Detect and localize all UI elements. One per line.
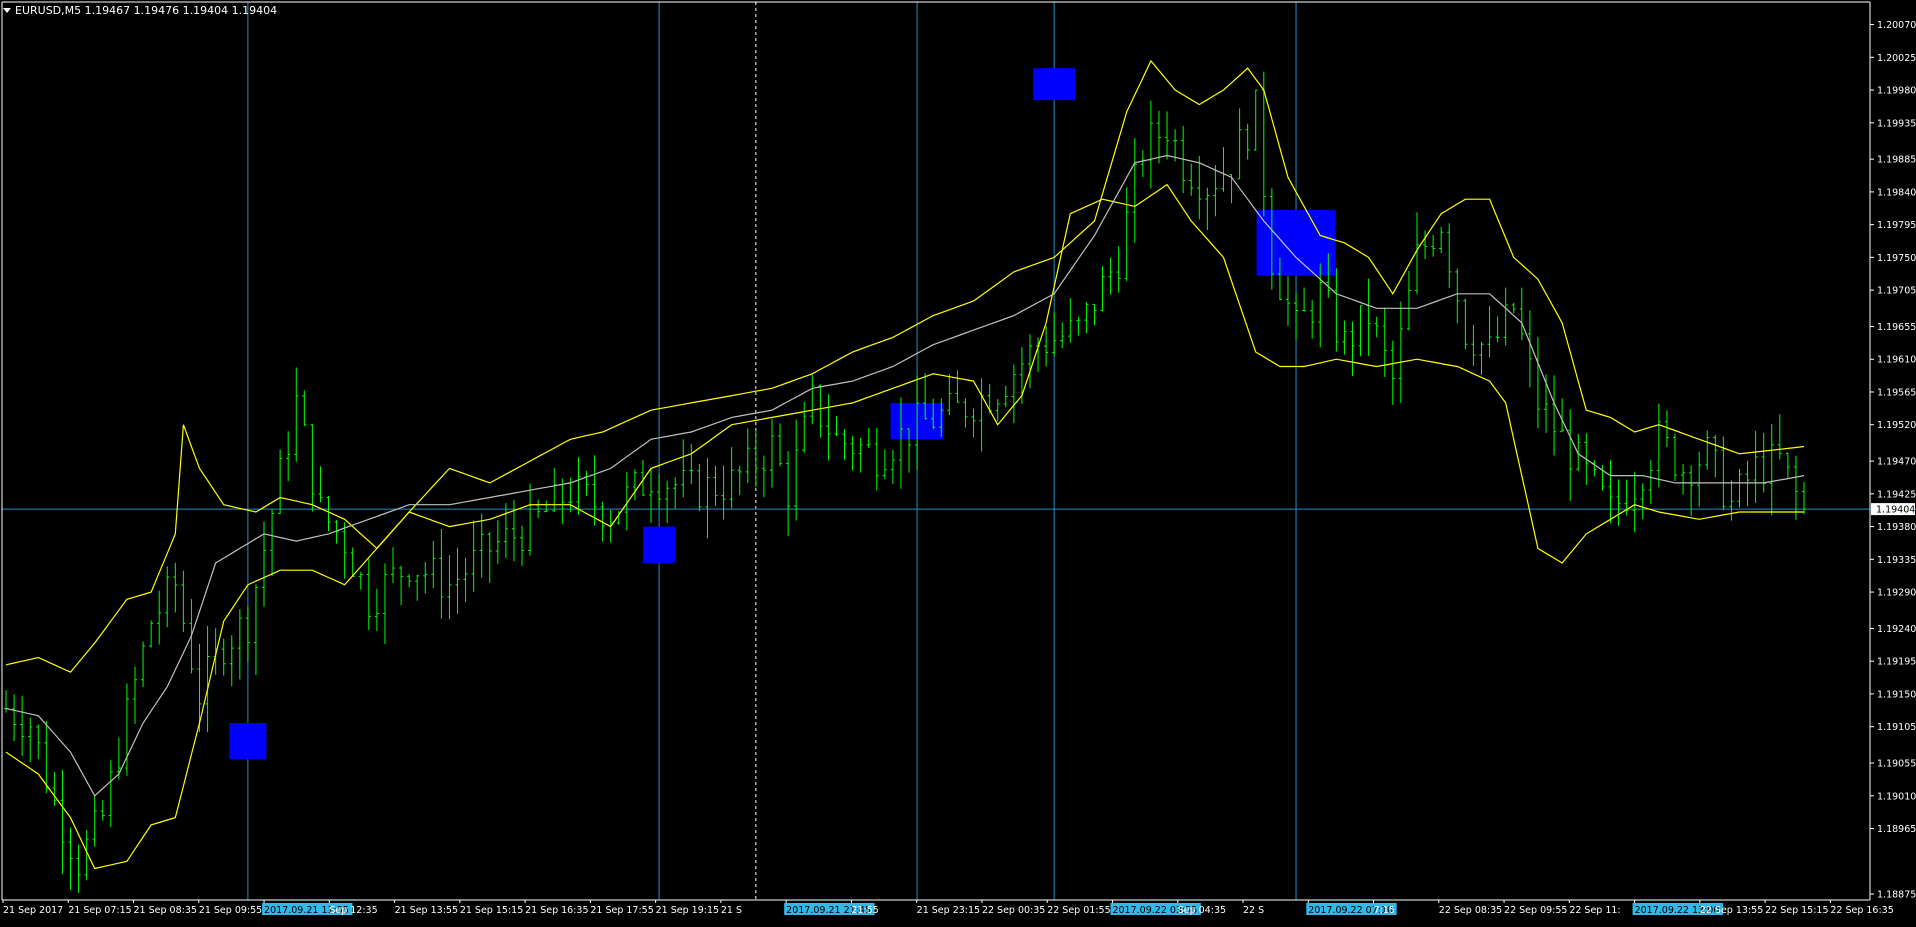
y-tick-label-11: 1.19565 <box>1877 387 1916 398</box>
x-tick-label-5: Sep 12:35 <box>329 905 377 916</box>
y-tick-label-12: 1.19520 <box>1877 420 1916 431</box>
x-tick-label-8: 21 Sep 16:35 <box>525 905 588 916</box>
x-tick-label-3: 21 Sep 09:55 <box>199 905 262 916</box>
symbol-info: EURUSD,M5 1.19467 1.19476 1.19404 1.1940… <box>15 4 278 17</box>
y-tick-label-16: 1.19335 <box>1877 555 1916 566</box>
y-tick-label-15: 1.19380 <box>1877 522 1916 533</box>
y-tick-label-20: 1.19150 <box>1877 689 1916 700</box>
y-tick-label-5: 1.19840 <box>1877 187 1916 198</box>
x-tick-label-11: 21 S <box>721 905 742 916</box>
x-tick-label-26: 22 Sep 13:55 <box>1700 905 1763 916</box>
middle-band <box>5 154 1805 797</box>
signal-marker-0[interactable] <box>229 723 267 760</box>
y-tick-label-3: 1.19935 <box>1877 118 1916 129</box>
x-tick-label-10: 21 Sep 19:15 <box>656 905 719 916</box>
x-tick-label-27: 22 Sep 15:15 <box>1765 905 1828 916</box>
y-tick-label-21: 1.19105 <box>1877 722 1916 733</box>
chevron-down-icon[interactable] <box>3 8 11 13</box>
signal-marker-1[interactable] <box>642 526 676 563</box>
x-tick-label-16: 22 Sep 01:55 <box>1047 905 1110 916</box>
lower-band <box>5 183 1804 870</box>
y-tick-label-2: 1.19980 <box>1877 86 1916 97</box>
signal-marker-3[interactable] <box>1033 68 1076 101</box>
x-tick-label-24: 22 Sep 11: <box>1569 905 1620 916</box>
x-tick-label-0: 21 Sep 2017 <box>3 905 63 916</box>
chart-window[interactable]: 1.20070 1.20025 1.19980 1.19935 1.19885 1.198… <box>0 0 1916 923</box>
x-tick-label-19: 22 S <box>1243 905 1264 916</box>
y-tick-label-17: 1.19290 <box>1877 588 1916 599</box>
current-price-label: 1.19404 <box>1876 505 1915 516</box>
x-tick-label-9: 21 Sep 17:55 <box>590 905 653 916</box>
y-tick-label-23: 1.19010 <box>1877 791 1916 802</box>
y-tick-label-13: 1.19470 <box>1877 457 1916 468</box>
y-tick-label-4: 1.19885 <box>1877 155 1916 166</box>
symbol-header: EURUSD,M5 1.19467 1.19476 1.19404 1.1940… <box>3 4 277 17</box>
x-tick-label-15: 22 Sep 00:35 <box>982 905 1045 916</box>
y-tick-label-10: 1.19610 <box>1877 355 1916 366</box>
y-tick-label-8: 1.19705 <box>1877 286 1916 297</box>
price-chart[interactable]: 1.20070 1.20025 1.19980 1.19935 1.19885 1.198… <box>0 0 1916 923</box>
x-tick-label-7: 21 Sep 15:15 <box>460 905 523 916</box>
y-tick-label-9: 1.19655 <box>1877 322 1916 333</box>
x-tick-label-14: 21 Sep 23:15 <box>917 905 980 916</box>
x-tick-label-6: 21 Sep 13:55 <box>395 905 458 916</box>
x-tick-label-23: 22 Sep 09:55 <box>1504 905 1567 916</box>
y-tick-label-7: 1.19750 <box>1877 253 1916 264</box>
y-tick-label-25: 1.18875 <box>1877 890 1916 901</box>
y-tick-label-19: 1.19195 <box>1877 657 1916 668</box>
y-tick-label-6: 1.19795 <box>1877 220 1916 231</box>
y-tick-label-22: 1.19055 <box>1877 759 1916 770</box>
y-tick-label-1: 1.20025 <box>1877 53 1916 64</box>
x-tick-label-28: 22 Sep 16:35 <box>1830 905 1893 916</box>
y-tick-label-0: 1.20070 <box>1877 20 1916 31</box>
y-tick-label-24: 1.18965 <box>1877 824 1916 835</box>
signal-marker-4[interactable] <box>1256 210 1336 276</box>
x-tick-label-2: 21 Sep 08:35 <box>134 905 197 916</box>
upper-band <box>5 59 1805 673</box>
x-tick-label-21: 7:15 <box>1374 905 1395 916</box>
x-tick-label-18: Sep 04:35 <box>1178 905 1226 916</box>
x-tick-label-13: 21:55 <box>851 905 878 916</box>
y-tick-label-14: 1.19425 <box>1877 489 1916 500</box>
y-tick-label-18: 1.19240 <box>1877 624 1916 635</box>
x-tick-label-1: 21 Sep 07:15 <box>68 905 131 916</box>
x-tick-label-22: 22 Sep 08:35 <box>1439 905 1502 916</box>
